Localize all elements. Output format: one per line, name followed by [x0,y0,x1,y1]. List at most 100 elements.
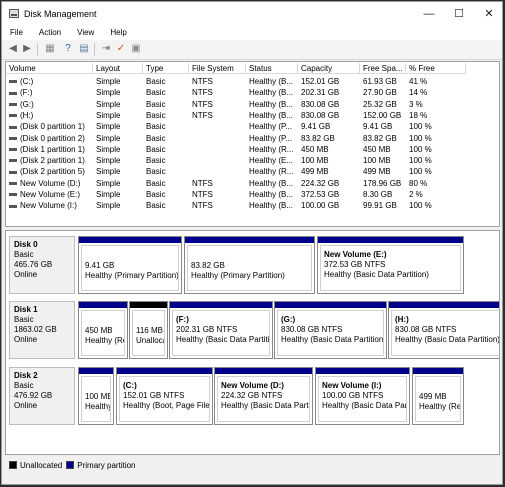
close-button[interactable]: ✕ [474,5,502,23]
disk-size: 465.76 GB [14,260,53,269]
settings-icon[interactable]: ▣ [130,43,142,55]
volume-icon [9,136,17,140]
volume-row[interactable]: (C:) Simple Basic NTFS Healthy (B... 152.01 G… [6,76,466,87]
volume-row[interactable]: (F:) Simple Basic NTFS Healthy (B... 202.31 G… [6,87,466,98]
volume-icon [9,125,17,129]
disk-status: Online [14,401,38,410]
volume-cell-text: 499 MB [301,167,329,177]
volume-cell: 83.82 GB [363,133,397,144]
partition-status: Unalloca [136,336,165,345]
partition-color-bar [170,302,272,308]
volume-cell-text: New Volume (E:) [20,190,81,199]
volume-cell-text: 224.32 GB [301,178,340,188]
volume-row[interactable]: (Disk 1 partition 1) Simple Basic Healthy (… [6,144,466,155]
partition-block[interactable]: 450 MB Healthy (Re [78,301,128,359]
volume-row[interactable]: New Volume (I:) Simple Basic NTFS Healthy (B… [6,200,466,211]
partition-block[interactable]: (G:) 830.08 GB NTFS Healthy (Basic Data Pa… [274,301,387,359]
volume-row[interactable]: New Volume (E:) Simple Basic NTFS Healthy (B… [6,189,466,200]
volume-cell-text: Healthy (B... [249,99,294,109]
disk-info-1[interactable]: Disk 1 Basic 1863.02 GB Online [9,301,75,359]
volume-cell-text: NTFS [192,201,213,211]
menu-action[interactable]: Action [31,26,69,40]
volume-row[interactable]: (Disk 0 partition 2) Simple Basic Healthy (… [6,133,466,144]
volume-row[interactable]: New Volume (D:) Simple Basic NTFS Healthy (B… [6,178,466,189]
volume-icon [9,204,17,208]
column-header-type[interactable]: Type [143,63,189,74]
volume-row[interactable]: (Disk 2 partition 1) Simple Basic Healthy (… [6,155,466,166]
volume-cell: 224.32 GB [301,178,339,189]
menu-view[interactable]: View [69,26,102,40]
partition-block[interactable]: New Volume (D:) 224.32 GB NTFS Healthy (Ba… [214,367,313,425]
volume-cell: 3 % [409,99,423,110]
partition-color-bar [413,368,463,374]
volume-cell-text: Simple [96,133,121,143]
partition-block[interactable]: (H:) 830.08 GB NTFS Healthy (Basic Data Pa… [388,301,499,359]
partition-size: 83.82 GB [191,261,225,270]
column-header-percent-free[interactable]: % Free [406,63,466,74]
column-header-file-system[interactable]: File System [189,63,246,74]
volume-cell-text: 372.53 GB [301,190,340,199]
volume-cell-text: 83.82 GB [301,133,335,143]
volume-cell-text: (C:) [20,77,34,86]
volume-cell-text: NTFS [192,99,213,109]
volume-cell-text: 61.93 GB [363,77,397,86]
partition-details: New Volume (D:) 224.32 GB NTFS Healthy (Ba… [217,376,310,422]
column-header-capacity[interactable]: Capacity [298,63,360,74]
volume-cell-text: 8.30 GB [363,190,393,199]
column-header-free-space[interactable]: Free Spa... [360,63,406,74]
volume-cell-text: Simple [96,110,121,120]
check-icon[interactable]: ✓ [115,43,127,55]
partition-block[interactable]: New Volume (I:) 100.00 GB NTFS Healthy (Ba… [315,367,410,425]
volume-cell: 100.00 GB [301,200,339,211]
menu-file[interactable]: File [2,26,31,40]
volume-cell-text: 152.00 GB [363,110,402,120]
partition-block[interactable]: 83.82 GB Healthy (Primary Partition) [184,236,315,294]
partition-block[interactable]: New Volume (E:) 372.53 GB NTFS Healthy (Ba… [317,236,464,294]
volume-row[interactable]: (Disk 2 partition 5) Simple Basic Healthy (… [6,166,466,177]
back-icon[interactable]: ◀ [7,43,19,55]
disk-management-app-icon [9,9,19,18]
volume-cell-text: 83.82 GB [363,133,397,143]
help-icon[interactable]: ? [62,43,74,55]
volume-cell-text: 9.41 GB [301,122,331,132]
properties-icon[interactable]: ▦ [44,43,56,55]
partition-block[interactable]: 116 MB Unalloca [129,301,168,359]
partition-status: Healthy [85,402,111,411]
forward-icon[interactable]: ▶ [21,43,33,55]
console-icon[interactable]: ▤ [78,43,90,55]
minimize-button[interactable]: — [414,5,444,23]
partition-block[interactable]: (F:) 202.31 GB NTFS Healthy (Basic Data Pa… [169,301,273,359]
volume-cell-text: Healthy (E... [249,156,294,166]
volume-cell-text: Basic [146,156,166,166]
volume-cell: Basic [146,166,166,177]
partition-block[interactable]: 100 MB Healthy [78,367,114,425]
volume-row[interactable]: (H:) Simple Basic NTFS Healthy (B... 830.08 G… [6,110,466,121]
volume-cell-text: Basic [146,77,166,86]
volume-name-cell: (Disk 0 partition 2) [9,133,85,144]
connect-icon[interactable]: ⇥ [100,43,112,55]
volume-cell-text: NTFS [192,190,213,199]
partition-block[interactable]: 9.41 GB Healthy (Primary Partition) [78,236,182,294]
partition-size: 100 MB [85,392,111,401]
volume-row[interactable]: (Disk 0 partition 1) Simple Basic Healthy (… [6,121,466,132]
volume-cell: 8.30 GB [363,189,392,200]
partition-block[interactable]: 499 MB Healthy (Re [412,367,464,425]
volume-cell: 152.00 GB [363,110,401,121]
partition-details: 100 MB Healthy [81,376,111,422]
volume-row[interactable]: (G:) Simple Basic NTFS Healthy (B... 830.08 G… [6,99,466,110]
disk-info-0[interactable]: Disk 0 Basic 465.76 GB Online [9,236,75,294]
volume-cell-text: 830.08 GB [301,99,340,109]
volume-cell: Basic [146,87,166,98]
disk-info-2[interactable]: Disk 2 Basic 476.92 GB Online [9,367,75,425]
maximize-button[interactable]: ☐ [444,5,474,23]
partition-color-bar [318,237,463,243]
menu-help[interactable]: Help [102,26,134,40]
column-header-volume[interactable]: Volume [6,63,93,74]
volume-cell: 99.91 GB [363,200,397,211]
column-header-layout[interactable]: Layout [93,63,143,74]
volume-cell-text: (Disk 0 partition 1) [20,122,85,132]
partition-block[interactable]: (C:) 152.01 GB NTFS Healthy (Boot, Page Fi… [116,367,213,425]
column-header-status[interactable]: Status [246,63,298,74]
partition-name: (C:) [123,381,137,390]
volume-name-cell: (Disk 0 partition 1) [9,121,85,132]
